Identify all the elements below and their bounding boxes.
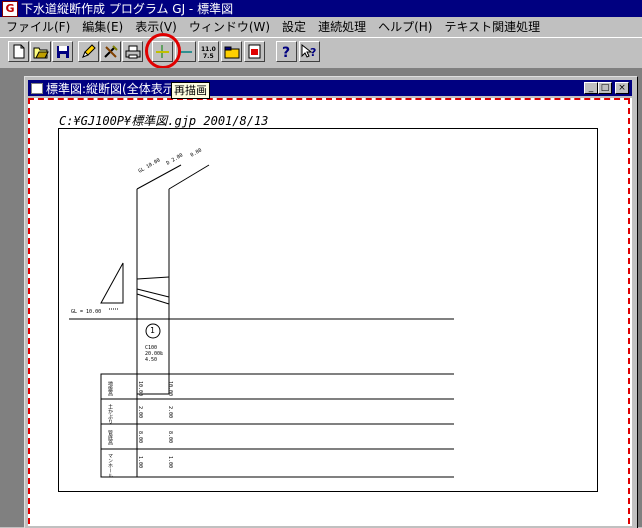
menu-edit[interactable]: 編集(E) (76, 18, 129, 35)
svg-text:?: ? (310, 46, 316, 59)
row-value: 10.00 (137, 381, 143, 397)
context-help-icon: ? (301, 44, 316, 59)
menu-help[interactable]: ヘルプ(H) (372, 18, 438, 35)
scale-icon: 11.07.5 (201, 46, 216, 59)
svg-text:7.5: 7.5 (203, 53, 214, 59)
row-value: 8.00 (137, 431, 143, 444)
new-file-button[interactable] (8, 41, 29, 62)
scale-triangle (100, 262, 124, 304)
manhole-number: 1 (150, 326, 155, 335)
menu-window[interactable]: ウィンドウ(W) (183, 18, 276, 35)
row-value: 1.00 (167, 456, 173, 469)
menu-view[interactable]: 表示(V) (129, 18, 183, 35)
dxf-button[interactable] (244, 41, 265, 62)
open-folder-icon (33, 47, 49, 58)
row-label-manhole: マンホール (107, 453, 113, 478)
app-title: 下水道縦断作成 プログラム GJ - 標準図 (21, 2, 234, 16)
profile-drawing-frame: GL = 10.00 1 C100 20.00‰ 4.50 GL 10.00 D… (58, 128, 598, 492)
minimize-button[interactable]: _ (584, 82, 598, 94)
redraw-tooltip: 再描画 (171, 82, 210, 99)
menu-bar: ファイル(F) 編集(E) 表示(V) ウィンドウ(W) 設定 連続処理 ヘルプ… (0, 17, 642, 36)
drawing-window: 標準図:縦断図(全体表示) _ □ × C:¥GJ100P¥標準図.gjp 20… (24, 76, 638, 528)
app-icon: G (2, 0, 18, 17)
help-button[interactable]: ? (276, 41, 297, 62)
gl-label: GL = 10.00 (71, 309, 102, 315)
open-button[interactable] (30, 41, 51, 62)
pipe-line-1 (136, 276, 170, 280)
pencil-icon (82, 44, 96, 58)
row-value: 10.00 (167, 381, 173, 397)
scale-button[interactable]: 11.0 7.5 (198, 41, 219, 62)
menu-file[interactable]: ファイル(F) (0, 18, 76, 35)
pipe-info-3: 4.50 (145, 357, 158, 363)
folder-icon (224, 46, 239, 58)
help-icon: ? (282, 45, 290, 59)
app-title-bar: G 下水道縦断作成 プログラム GJ - 標準図 (0, 0, 642, 17)
row-label-invert: 管底高 (107, 430, 113, 445)
tools-icon (103, 45, 118, 58)
context-help-button[interactable]: ? (299, 41, 320, 62)
redraw-icon (156, 45, 169, 58)
redraw-button[interactable] (152, 41, 173, 62)
toolbar: 11.0 7.5 ? ? (0, 37, 642, 69)
row-label-cover: 土かぶり (107, 404, 113, 424)
new-file-icon (13, 44, 24, 59)
save-icon (56, 45, 69, 58)
dxf-icon (248, 44, 261, 59)
horizontal-line-icon (179, 51, 192, 53)
row-value: 1.00 (137, 456, 143, 469)
svg-text:?: ? (282, 45, 290, 59)
row-value: 8.00 (167, 431, 173, 444)
folder-button[interactable] (221, 41, 242, 62)
edit-button[interactable] (78, 41, 99, 62)
save-button[interactable] (52, 41, 73, 62)
row-value: 2.00 (167, 406, 173, 419)
close-button[interactable]: × (615, 82, 629, 94)
drawing-window-title-bar[interactable]: 標準図:縦断図(全体表示) _ □ × (28, 80, 632, 96)
menu-text[interactable]: テキスト関連処理 (438, 18, 546, 35)
document-icon (31, 82, 43, 94)
menu-batch[interactable]: 連続処理 (312, 18, 372, 35)
file-path-label: C:¥GJ100P¥標準図.gjp 2001/8/13 (59, 114, 269, 128)
drawing-window-title: 標準図:縦断図(全体表示) (46, 81, 180, 96)
print-icon (125, 45, 140, 58)
maximize-button[interactable]: □ (598, 82, 612, 94)
svg-text:11.0: 11.0 (201, 46, 216, 53)
tools-button[interactable] (100, 41, 121, 62)
row-value: 2.00 (137, 406, 143, 419)
line-button[interactable] (175, 41, 196, 62)
menu-settings[interactable]: 設定 (276, 18, 312, 35)
print-button[interactable] (122, 41, 143, 62)
row-label-ground: 地盤高 (107, 381, 113, 396)
drawing-canvas[interactable]: C:¥GJ100P¥標準図.gjp 2001/8/13 GL = 10.00 1… (28, 98, 632, 526)
